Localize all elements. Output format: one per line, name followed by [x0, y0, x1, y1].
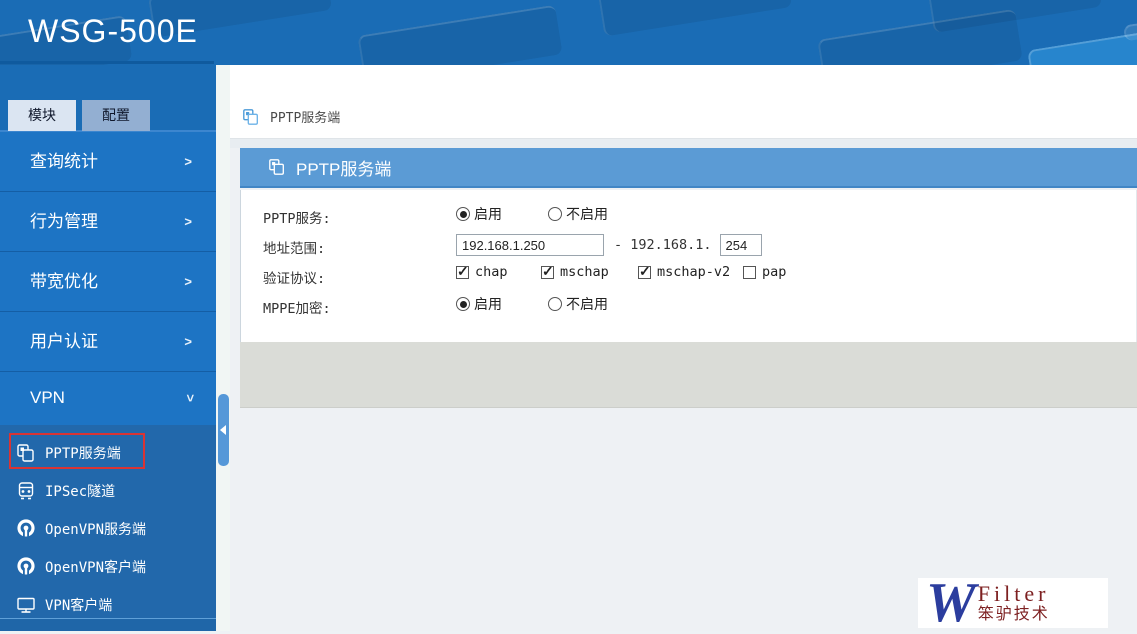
mppe-enable-radio[interactable] — [456, 297, 470, 311]
pap-checkbox[interactable] — [743, 266, 756, 279]
sidebar-tabs: 模块 配置 — [0, 65, 216, 132]
sidebar-item-label: 查询统计 — [30, 152, 98, 171]
tab-config[interactable]: 配置 — [82, 100, 150, 131]
range-end-input[interactable] — [720, 234, 762, 256]
header-underline — [0, 61, 214, 64]
pptp-settings-form: PPTP服务: 启用 不启用 地址范围: - 192.168.1. 验证协议: … — [240, 190, 1137, 342]
breadcrumb: PPTP服务端 — [242, 107, 340, 126]
breadcrumb-divider — [230, 138, 1137, 148]
panel-header: PPTP服务端 — [240, 148, 1137, 188]
breadcrumb-bar: PPTP服务端 — [230, 65, 1137, 138]
auth-protocol-label: 验证协议: — [263, 267, 325, 287]
sidebar-item-label: VPN — [30, 388, 65, 407]
mschap-v2-label: mschap-v2 — [657, 264, 730, 280]
form-row-pptp-service: PPTP服务: 启用 不启用 — [241, 200, 1136, 230]
submenu-item-label: VPN客户端 — [45, 595, 112, 615]
pages-icon — [268, 158, 286, 176]
sidebar: 模块 配置 查询统计 > 行为管理 > 带宽优化 > 用户认证 > VPN > … — [0, 65, 216, 631]
range-separator-text: - 192.168.1. — [614, 237, 712, 253]
form-footer-strip — [240, 342, 1137, 408]
breadcrumb-label: PPTP服务端 — [270, 107, 340, 126]
openvpn-icon — [16, 557, 36, 577]
openvpn-icon — [16, 519, 36, 539]
submenu-item-label: PPTP服务端 — [45, 443, 121, 463]
tunnel-icon — [16, 481, 36, 501]
logo-subtitle: 笨驴技术 — [978, 606, 1050, 624]
logo-w-mark: W — [926, 580, 976, 626]
sidebar-item-label: 用户认证 — [30, 332, 98, 351]
pages-icon — [16, 443, 36, 463]
mppe-disable-label: 不启用 — [566, 294, 608, 314]
sidebar-item-query-stats[interactable]: 查询统计 > — [0, 132, 216, 192]
address-range-label: 地址范围: — [263, 237, 325, 257]
keyboard-texture-key — [598, 0, 793, 37]
form-row-mppe: MPPE加密: 启用 不启用 — [241, 290, 1136, 320]
app-title: WSG-500E — [28, 13, 198, 50]
submenu-item-label: OpenVPN客户端 — [45, 557, 146, 577]
logo-name: Filter — [978, 582, 1050, 606]
pptp-service-label: PPTP服务: — [263, 207, 331, 227]
mppe-label: MPPE加密: — [263, 297, 331, 317]
sidebar-gutter — [216, 65, 230, 631]
chap-label: chap — [475, 264, 508, 280]
chap-checkbox[interactable] — [456, 266, 469, 279]
mschap-checkbox[interactable] — [541, 266, 554, 279]
chevron-right-icon: > — [184, 252, 192, 311]
chevron-right-icon: > — [184, 312, 192, 371]
monitor-icon — [16, 595, 36, 615]
submenu-item-label: OpenVPN服务端 — [45, 519, 146, 539]
submenu-item-label: IPSec隧道 — [45, 481, 115, 501]
sidebar-item-vpn[interactable]: VPN > — [0, 372, 216, 425]
form-row-address-range: 地址范围: - 192.168.1. — [241, 230, 1136, 260]
sidebar-item-user-auth[interactable]: 用户认证 > — [0, 312, 216, 372]
pptp-enable-radio[interactable] — [456, 207, 470, 221]
sidebar-item-label: 带宽优化 — [30, 272, 98, 291]
sidebar-item-bandwidth-opt[interactable]: 带宽优化 > — [0, 252, 216, 312]
sidebar-item-label: 行为管理 — [30, 212, 98, 231]
form-row-auth-protocol: 验证协议: chap mschap mschap-v2 pap — [241, 260, 1136, 290]
pptp-enable-label: 启用 — [474, 204, 502, 224]
submenu-item-openvpn-client[interactable]: OpenVPN客户端 — [0, 548, 216, 586]
submenu-item-ipsec-tunnel[interactable]: IPSec隧道 — [0, 472, 216, 510]
submenu-item-openvpn-server[interactable]: OpenVPN服务端 — [0, 510, 216, 548]
panel-title: PPTP服务端 — [296, 155, 391, 180]
mppe-enable-label: 启用 — [474, 294, 502, 314]
tab-modules[interactable]: 模块 — [8, 100, 76, 131]
chevron-down-icon: > — [164, 394, 216, 402]
submenu-item-pptp-server[interactable]: PPTP服务端 — [0, 434, 216, 472]
submenu-item-vpn-client[interactable]: VPN客户端 — [0, 586, 216, 624]
main-content: PPTP服务端 PPTP服务端 PPTP服务: 启用 不启用 地址范围: — [230, 65, 1137, 631]
pptp-disable-label: 不启用 — [566, 204, 608, 224]
mschap-v2-checkbox[interactable] — [638, 266, 651, 279]
app-header: WSG-500E — [0, 0, 1137, 65]
keyboard-texture-key — [1027, 30, 1137, 65]
mschap-label: mschap — [560, 264, 609, 280]
mppe-disable-radio[interactable] — [548, 297, 562, 311]
pap-label: pap — [762, 264, 786, 280]
keyboard-texture-key — [357, 5, 562, 65]
range-start-input[interactable] — [456, 234, 604, 256]
vendor-logo: W Filter 笨驴技术 — [918, 578, 1108, 628]
chevron-right-icon: > — [184, 192, 192, 251]
chevron-right-icon: > — [184, 132, 192, 191]
pages-icon — [242, 108, 260, 126]
pptp-disable-radio[interactable] — [548, 207, 562, 221]
collapse-left-icon — [220, 425, 226, 435]
vpn-submenu: PPTP服务端 IPSec隧道 — [0, 425, 216, 618]
sidebar-item-behavior-mgmt[interactable]: 行为管理 > — [0, 192, 216, 252]
sidebar-collapse-handle[interactable] — [218, 394, 229, 466]
